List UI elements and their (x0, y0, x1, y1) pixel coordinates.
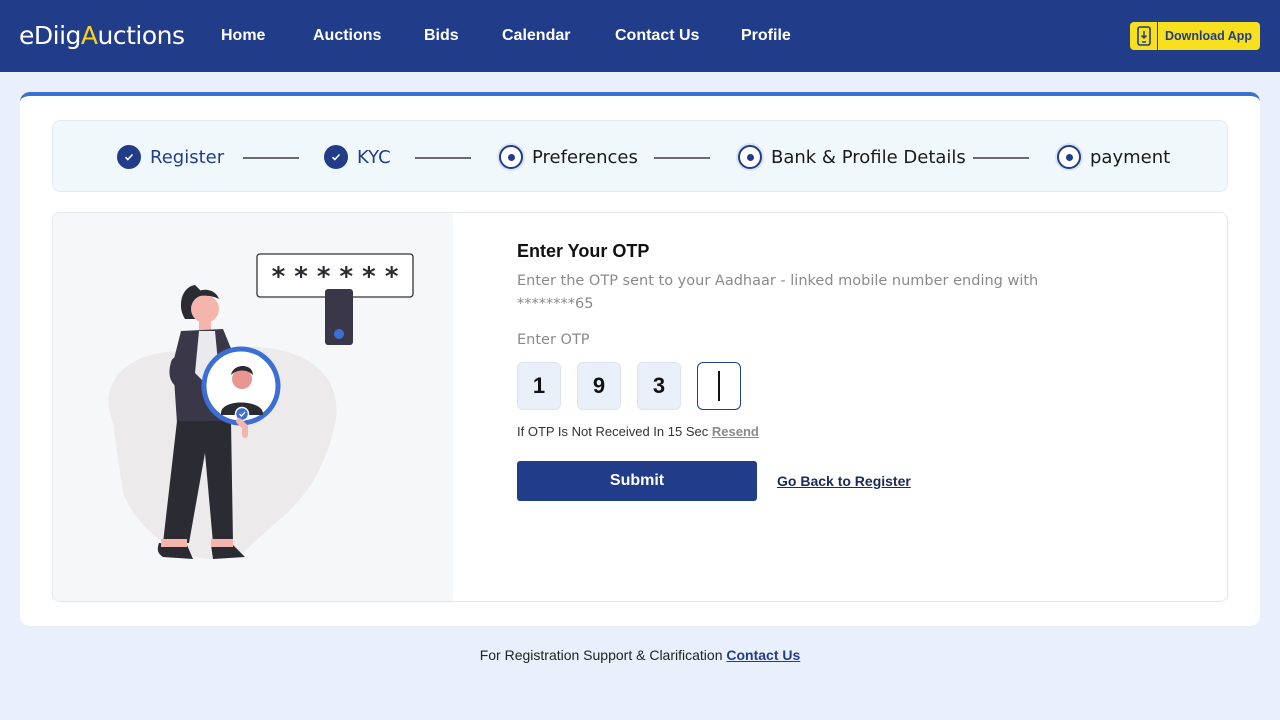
step-label: Preferences (532, 146, 638, 168)
resend-link[interactable]: Resend (712, 424, 759, 439)
registration-stepper: Register KYC Preferences Bank & Profile … (52, 120, 1228, 192)
go-back-register-link[interactable]: Go Back to Register (777, 473, 911, 489)
check-icon (324, 145, 348, 169)
otp-form: Enter Your OTP Enter the OTP sent to you… (517, 239, 1117, 501)
nav-auctions[interactable]: Auctions (313, 27, 381, 45)
otp-description: Enter the OTP sent to your Aadhaar - lin… (517, 273, 1039, 312)
radio-dot-icon (738, 145, 762, 169)
footer-text: For Registration Support & Clarification (479, 647, 723, 663)
brand-name-part1: eDiig (19, 20, 81, 50)
submit-button[interactable]: Submit (517, 461, 757, 501)
brand-name-part3: uctions (97, 20, 186, 50)
resend-info: If OTP Is Not Received In 15 Sec Resend (517, 424, 1117, 439)
otp-input-group: 1 9 3 (517, 362, 1117, 410)
nav-bids[interactable]: Bids (424, 27, 459, 45)
password-mask-text: * * * * * * (272, 262, 399, 292)
step-bank-profile[interactable]: Bank & Profile Details (738, 121, 966, 193)
footer-contact-link[interactable]: Contact Us (726, 647, 800, 663)
support-footer: For Registration Support & Clarification… (0, 647, 1280, 663)
resend-text: If OTP Is Not Received In 15 Sec (517, 424, 709, 439)
step-payment[interactable]: payment (1057, 121, 1170, 193)
otp-digit-2[interactable]: 9 (577, 362, 621, 410)
step-connector (243, 157, 299, 159)
step-label: Register (150, 146, 225, 168)
check-icon (117, 145, 141, 169)
phone-download-icon (1130, 22, 1158, 50)
step-connector (654, 157, 710, 159)
step-label: KYC (357, 146, 391, 168)
otp-panel: * * * * * * Enter Your OTP Enter the OTP… (52, 212, 1228, 602)
registration-card: Register KYC Preferences Bank & Profile … (20, 92, 1260, 626)
radio-dot-icon (1057, 145, 1081, 169)
step-register[interactable]: Register (117, 121, 224, 193)
brand-name-part2: A (80, 20, 98, 50)
step-connector (973, 157, 1029, 159)
nav-contact-us[interactable]: Contact Us (615, 27, 699, 45)
text-caret (718, 371, 720, 401)
step-label: payment (1090, 146, 1171, 168)
top-navbar: eDiig Auctions Home Auctions Bids Calend… (0, 0, 1280, 72)
step-preferences[interactable]: Preferences (499, 121, 638, 193)
nav-profile[interactable]: Profile (741, 27, 791, 45)
otp-title: Enter Your OTP (517, 241, 650, 261)
otp-digit-1[interactable]: 1 (517, 362, 561, 410)
otp-digit-4[interactable] (697, 362, 741, 410)
radio-dot-icon (499, 145, 523, 169)
form-actions: Submit Go Back to Register (517, 461, 1117, 501)
step-connector (415, 157, 471, 159)
otp-illustration: * * * * * * (53, 213, 453, 601)
step-label: Bank & Profile Details (771, 146, 966, 168)
nav-home[interactable]: Home (221, 27, 265, 45)
otp-field-label: Enter OTP (517, 332, 590, 348)
otp-digit-3[interactable]: 3 (637, 362, 681, 410)
brand-logo[interactable]: eDiig Auctions (19, 18, 185, 52)
download-app-label: Download App (1165, 29, 1253, 43)
nav-calendar[interactable]: Calendar (502, 27, 570, 45)
step-kyc[interactable]: KYC (324, 121, 391, 193)
download-app-button[interactable]: Download App (1130, 22, 1260, 50)
